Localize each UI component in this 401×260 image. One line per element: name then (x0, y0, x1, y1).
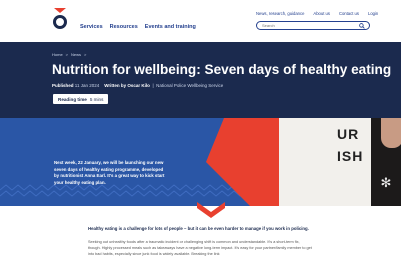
reading-time-value: 5 mins (89, 96, 104, 102)
red-chevron-shape (206, 118, 279, 206)
breadcrumb-separator: > (84, 52, 87, 57)
published-label: Published (52, 83, 74, 88)
search-box (256, 21, 370, 30)
nav-services[interactable]: Services (80, 24, 103, 30)
search-input[interactable] (262, 22, 354, 29)
article-paragraph: Seeking out unhealthy foods after a trau… (88, 240, 312, 256)
reading-time-badge: Reading time 5 mins (53, 94, 109, 104)
breadcrumb-separator: > (65, 52, 69, 57)
video-text-line-2: ISH (337, 148, 364, 164)
utility-nav: News, research, guidance About us Contac… (256, 11, 378, 16)
article-meta: Published 11 Jan 2024 Written by Oscar K… (52, 83, 224, 88)
flower-decoration-icon: ✻ (380, 175, 392, 190)
banner-text: Next week, 22 January, we will be launch… (54, 160, 165, 185)
breadcrumb-news[interactable]: News (71, 52, 81, 57)
nav-events-training[interactable]: Events and training (145, 24, 196, 30)
util-contact-link[interactable]: Contact us (339, 11, 359, 16)
video-player[interactable]: UR ISH ✻ (279, 118, 401, 206)
search-icon[interactable] (359, 23, 365, 29)
article-hero: Home > News > Nutrition for wellbeing: S… (0, 42, 401, 118)
article-lead: Healthy eating is a challenge for lots o… (88, 226, 309, 231)
reading-time-label: Reading time (58, 96, 87, 102)
video-text-line-1: UR (337, 126, 360, 142)
published-date: 11 Jan 2024 (74, 83, 100, 88)
presenter-face (381, 118, 401, 148)
chevron-down-marker (197, 202, 225, 218)
breadcrumb-home[interactable]: Home (52, 52, 63, 57)
oscar-kilo-logo[interactable] (53, 7, 67, 31)
main-nav: Services Resources Events and training (80, 24, 196, 30)
breadcrumb: Home > News > (52, 52, 86, 57)
author: Written by Oscar Kilo (104, 83, 150, 88)
nav-resources[interactable]: Resources (110, 24, 138, 30)
util-news-link[interactable]: News, research, guidance (256, 11, 304, 16)
service-name: National Police Wellbeing Service (156, 83, 224, 88)
page-title: Nutrition for wellbeing: Seven days of h… (52, 62, 392, 77)
util-about-link[interactable]: About us (313, 11, 330, 16)
site-header: Services Resources Events and training N… (0, 0, 401, 42)
util-login-link[interactable]: Login (368, 11, 378, 16)
